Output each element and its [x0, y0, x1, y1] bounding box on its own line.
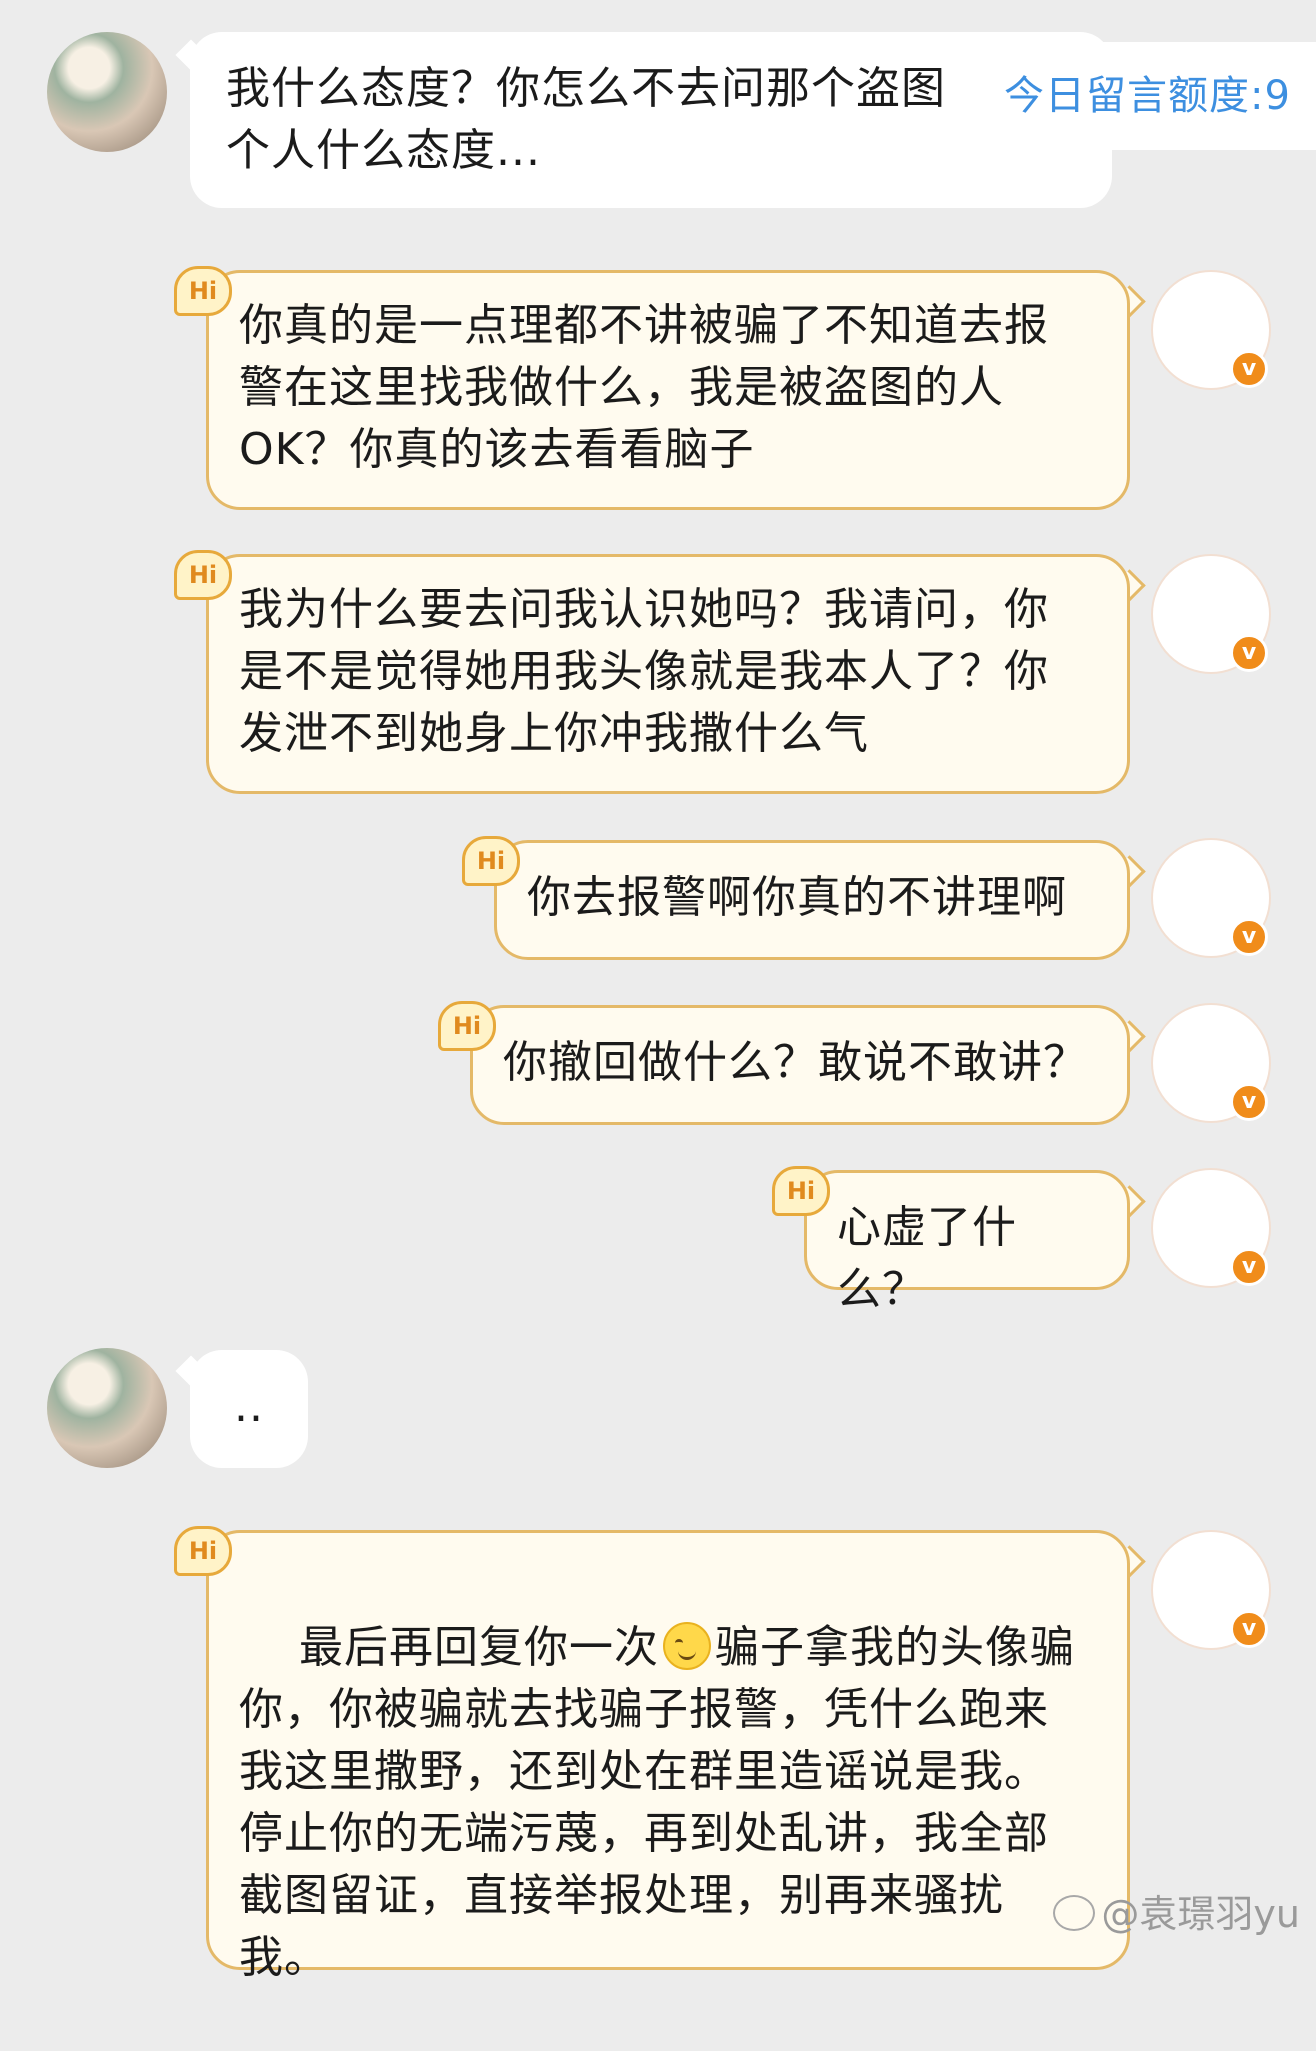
- message-bubble[interactable]: 你去报警啊你真的不讲理啊: [494, 840, 1130, 960]
- verified-badge-icon: v: [1230, 634, 1268, 672]
- message-bubble[interactable]: 你真的是一点理都不讲被骗了不知道去报 警在这里找我做什么，我是被盗图的人 OK？…: [206, 270, 1130, 510]
- verified-badge-icon: v: [1230, 1248, 1268, 1286]
- hi-badge-icon: Hi: [174, 266, 232, 316]
- verified-badge-icon: v: [1230, 1083, 1268, 1121]
- hi-badge-icon: Hi: [772, 1166, 830, 1216]
- hi-badge-icon: Hi: [174, 1526, 232, 1576]
- verified-badge-icon: v: [1230, 1610, 1268, 1648]
- smiling-face-emoji-icon: [662, 1622, 711, 1670]
- message-text: 骗子拿我的头像骗 你，你被骗就去找骗子报警，凭什么跑来 我这里撒野，还到处在群里…: [239, 1622, 1075, 1983]
- message-row-right: v 我为什么要去问我认识她吗？我请问，你 是不是觉得她用我头像就是我本人了？你 …: [0, 550, 1316, 800]
- message-bubble[interactable]: ..: [190, 1350, 308, 1468]
- message-bubble[interactable]: 我为什么要去问我认识她吗？我请问，你 是不是觉得她用我头像就是我本人了？你 发泄…: [206, 554, 1130, 794]
- message-text: 最后再回复你一次: [298, 1622, 659, 1673]
- message-row-right: v 你撤回做什么？敢说不敢讲？ Hi: [0, 1001, 1316, 1131]
- hi-badge-icon: Hi: [438, 1001, 496, 1051]
- message-quota-label: 今日留言额度:9: [970, 42, 1316, 150]
- message-row-right: v 你真的是一点理都不讲被骗了不知道去报 警在这里找我做什么，我是被盗图的人 O…: [0, 266, 1316, 516]
- contact-avatar[interactable]: [47, 32, 167, 152]
- message-row-left: ..: [0, 1346, 1316, 1476]
- verified-badge-icon: v: [1230, 918, 1268, 956]
- hi-badge-icon: Hi: [174, 550, 232, 600]
- message-row-right: v 心虚了什么？ Hi: [0, 1166, 1316, 1315]
- message-row-right: v 你去报警啊你真的不讲理啊 Hi: [0, 836, 1316, 966]
- watermark-text: @袁璟羽yu: [1101, 1892, 1300, 1936]
- message-bubble[interactable]: 心虚了什么？: [804, 1170, 1130, 1315]
- message-bubble[interactable]: 你撤回做什么？敢说不敢讲？: [470, 1005, 1130, 1125]
- weibo-logo-icon: [1053, 1895, 1096, 1931]
- contact-avatar[interactable]: [47, 1348, 167, 1468]
- verified-badge-icon: v: [1230, 350, 1268, 388]
- watermark: @袁璟羽yu: [1053, 1883, 1300, 1938]
- hi-badge-icon: Hi: [462, 836, 520, 886]
- message-bubble[interactable]: 最后再回复你一次 骗子拿我的头像骗 你，你被骗就去找骗子报警，凭什么跑来 我这里撒…: [206, 1530, 1130, 1983]
